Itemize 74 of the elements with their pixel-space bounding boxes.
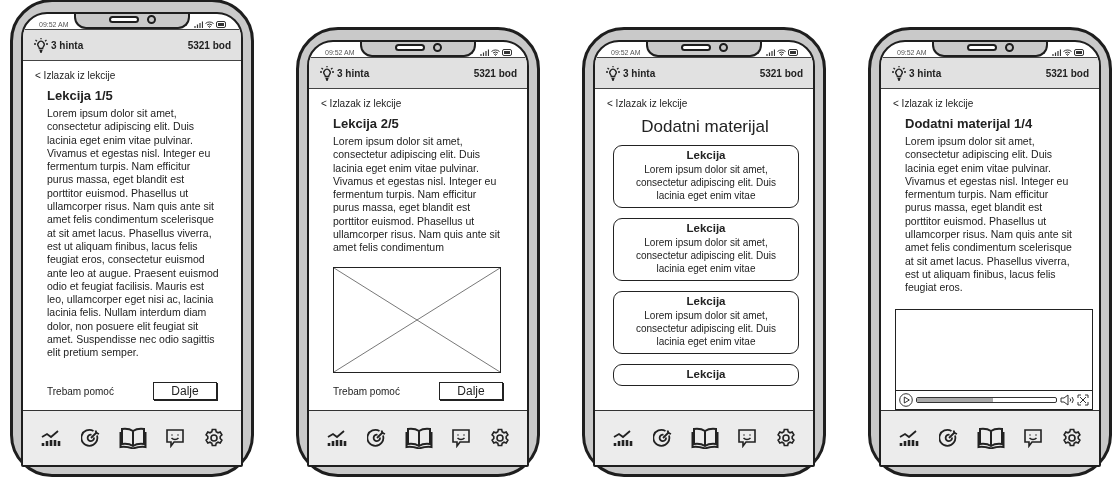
signal-icon <box>766 49 775 56</box>
lesson-card[interactable]: Lekcija <box>613 364 799 386</box>
next-button[interactable]: Dalje <box>153 382 217 400</box>
book-icon[interactable] <box>976 427 1005 449</box>
target-icon[interactable] <box>938 428 959 448</box>
help-link[interactable]: Trebam pomoć <box>333 385 400 397</box>
signal-icon <box>480 49 489 56</box>
volume-icon[interactable] <box>1060 394 1074 406</box>
section-heading: Dodatni materijal <box>640 117 770 137</box>
settings-icon[interactable] <box>1061 428 1082 448</box>
battery-icon <box>502 49 513 56</box>
lesson-title: Lekcija 2/5 <box>333 116 400 131</box>
wifi-icon <box>205 21 214 28</box>
back-link[interactable]: < Izlazak iz lekcije <box>321 98 402 109</box>
play-icon[interactable] <box>899 393 913 407</box>
hint-count: 3 hinta <box>909 67 942 79</box>
battery-icon <box>216 21 227 28</box>
points-count: 5321 bod <box>759 67 803 79</box>
back-link[interactable]: < Izlazak iz lekcije <box>607 98 688 109</box>
lightbulb-icon <box>891 65 907 81</box>
settings-icon[interactable] <box>203 428 224 448</box>
back-link[interactable]: < Izlazak iz lekcije <box>35 70 116 81</box>
signal-icon <box>194 21 203 28</box>
lesson-title: Dodatni materijal 1/4 <box>905 116 1034 131</box>
chat-icon[interactable] <box>1023 428 1044 448</box>
lesson-card[interactable]: Lekcija Lorem ipsum dolor sit amet, consectetur adipiscing elit. Duis lacinia eget enim vitae <box>613 291 799 354</box>
back-link[interactable]: < Izlazak iz lekcije <box>893 98 974 109</box>
chat-icon[interactable] <box>451 428 472 448</box>
wifi-icon <box>777 49 786 56</box>
next-button[interactable]: Dalje <box>439 382 503 400</box>
lesson-card[interactable]: Lekcija Lorem ipsum dolor sit amet, consectetur adipiscing elit. Duis lacinia eget enim vitae <box>613 145 799 208</box>
chat-icon[interactable] <box>737 428 758 448</box>
card-title: Lekcija <box>685 368 727 380</box>
signal-icon <box>1052 49 1061 56</box>
lesson-card[interactable]: Lekcija Lorem ipsum dolor sit amet, consectetur adipiscing elit. Duis lacinia eget enim vitae <box>613 218 799 281</box>
help-link[interactable]: Trebam pomoć <box>47 385 114 397</box>
target-icon[interactable] <box>652 428 673 448</box>
battery-icon <box>788 49 799 56</box>
fullscreen-icon[interactable] <box>1077 394 1089 406</box>
lesson-text: Lorem ipsum dolor sit amet, consectetur adipiscing elit. Duis lacinia eget enim vitae pulvinar. Vivamus et egestas nisl. Integer eu fermentum turpis. Nam efficitur purus massa, eget blandit est porttitor euismod. Phasellus ut ullamcorper risus. Nam quis ante sit amet felis condimentum scelerisque at sit amet lacus. Phasellus viverra, est ut aliquam finibus, lacus felis feugiat eros, consectetur euismod ante leo at augue. Praesent euismod odio et feugiat facilisis. Mauris est leo, ullamcorper eget nisi ac, lacinia lacinia felis. Nullam interdum diam dolor, non posuere elit feugiat sit amet. Suspendisse nec odio sagittis elit pretium semper. <box>47 107 219 360</box>
points-count: 5321 bod <box>187 39 231 51</box>
progress-track[interactable] <box>916 397 1057 403</box>
lesson-text: Lorem ipsum dolor sit amet, consectetur adipiscing elit. Duis lacinia eget enim vitae pulvinar. Vivamus et egestas nisl. Integer eu fermentum turpis. Nam efficitur purus massa, eget blandit est porttitor euismod. Phasellus ut ullamcorper risus. Nam quis ante sit amet felis condimentum <box>333 135 501 255</box>
target-icon[interactable] <box>80 428 101 448</box>
hint-count: 3 hinta <box>337 67 370 79</box>
lightbulb-icon <box>319 65 335 81</box>
wifi-icon <box>491 49 500 56</box>
chart-icon[interactable] <box>326 429 349 447</box>
chart-icon[interactable] <box>40 429 63 447</box>
chat-icon[interactable] <box>165 428 186 448</box>
book-icon[interactable] <box>404 427 433 449</box>
chart-icon[interactable] <box>898 429 921 447</box>
points-count: 5321 bod <box>473 67 517 79</box>
lightbulb-icon <box>605 65 621 81</box>
card-text: Lorem ipsum dolor sit amet, consectetur adipiscing elit. Duis lacinia eget enim vitae <box>634 163 778 202</box>
card-title: Lekcija <box>685 222 727 234</box>
chart-icon[interactable] <box>612 429 635 447</box>
settings-icon[interactable] <box>489 428 510 448</box>
book-icon[interactable] <box>690 427 719 449</box>
card-title: Lekcija <box>685 295 727 307</box>
lesson-title: Lekcija 1/5 <box>47 88 114 103</box>
settings-icon[interactable] <box>775 428 796 448</box>
battery-icon <box>1074 49 1085 56</box>
lightbulb-icon <box>33 37 49 53</box>
card-text: Lorem ipsum dolor sit amet, consectetur adipiscing elit. Duis lacinia eget enim vitae <box>634 236 778 275</box>
target-icon[interactable] <box>366 428 387 448</box>
card-title: Lekcija <box>685 149 727 161</box>
points-count: 5321 bod <box>1045 67 1089 79</box>
hint-count: 3 hinta <box>51 39 84 51</box>
card-text: Lorem ipsum dolor sit amet, consectetur adipiscing elit. Duis lacinia eget enim vitae <box>634 309 778 348</box>
lesson-text: Lorem ipsum dolor sit amet, consectetur adipiscing elit. Duis lacinia eget enim vitae pulvinar. Vivamus et egestas nisl. Integer eu fermentum turpis. Nam efficitur purus massa, eget blandit est porttitor euismod. Phasellus ut ullamcorper risus. Nam quis ante sit amet felis condimentum scelerisque at sit amet lacus. Phasellus viverra, est ut aliquam finibus, lacus felis feugiat eros. <box>905 135 1073 295</box>
book-icon[interactable] <box>118 427 147 449</box>
wifi-icon <box>1063 49 1072 56</box>
hint-count: 3 hinta <box>623 67 656 79</box>
